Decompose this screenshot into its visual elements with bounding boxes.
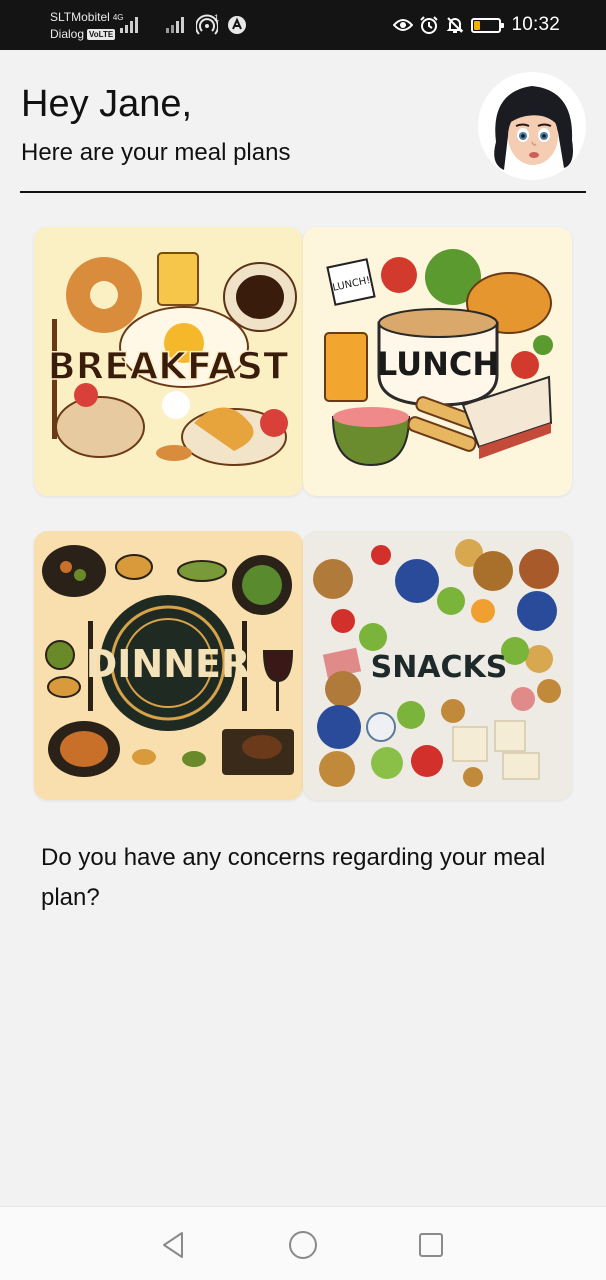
snacks-card[interactable]: SNACKS xyxy=(303,531,572,800)
concern-prompt[interactable]: Do you have any concerns regarding your … xyxy=(41,838,561,918)
dinner-card[interactable]: DINNER xyxy=(34,531,303,800)
eye-comfort-icon xyxy=(393,19,414,31)
breakfast-illustration: BREAKFAST xyxy=(34,227,303,496)
lunch-card[interactable]: LUNCH! LUNCH xyxy=(303,227,572,496)
snacks-label: SNACKS xyxy=(371,650,508,685)
back-button[interactable] xyxy=(157,1229,189,1261)
carrier-1-name: SLTMobitel xyxy=(50,10,110,24)
lunch-label: LUNCH xyxy=(377,345,499,383)
header-divider xyxy=(20,191,586,193)
recents-icon xyxy=(419,1233,443,1257)
signal-icon xyxy=(120,17,138,33)
navigation-bar xyxy=(0,1206,606,1280)
home-icon xyxy=(289,1231,317,1259)
breakfast-card[interactable]: BREAKFAST xyxy=(34,227,303,496)
back-icon xyxy=(163,1232,183,1258)
volte-badge: VoLTE xyxy=(87,29,116,40)
avatar[interactable] xyxy=(478,72,586,180)
app-notification-icon xyxy=(228,16,247,34)
dinner-illustration: DINNER xyxy=(34,531,303,800)
signal-icon-2 xyxy=(166,17,184,33)
alarm-icon xyxy=(420,16,439,34)
page-subtitle: Here are your meal plans xyxy=(21,139,291,166)
recents-button[interactable] xyxy=(415,1229,447,1261)
hotspot-count: 1 xyxy=(214,13,220,23)
mute-bell-icon xyxy=(447,17,464,33)
clock: 10:32 xyxy=(511,14,560,35)
battery-level xyxy=(474,20,481,30)
lunch-illustration: LUNCH! LUNCH xyxy=(303,227,572,496)
home-button[interactable] xyxy=(287,1229,319,1261)
status-bar: SLTMobitel 4G Dialog VoLTE 1 10:32 xyxy=(0,0,606,50)
avatar-illustration xyxy=(478,72,586,180)
dinner-label: DINNER xyxy=(86,642,251,686)
greeting: Hey Jane, xyxy=(21,83,193,125)
snacks-illustration: SNACKS xyxy=(303,531,572,800)
battery-icon xyxy=(471,17,505,33)
carrier-2-name: Dialog xyxy=(50,27,85,41)
carrier-info: SLTMobitel 4G Dialog VoLTE xyxy=(50,9,123,43)
breakfast-label: BREAKFAST xyxy=(48,345,290,388)
